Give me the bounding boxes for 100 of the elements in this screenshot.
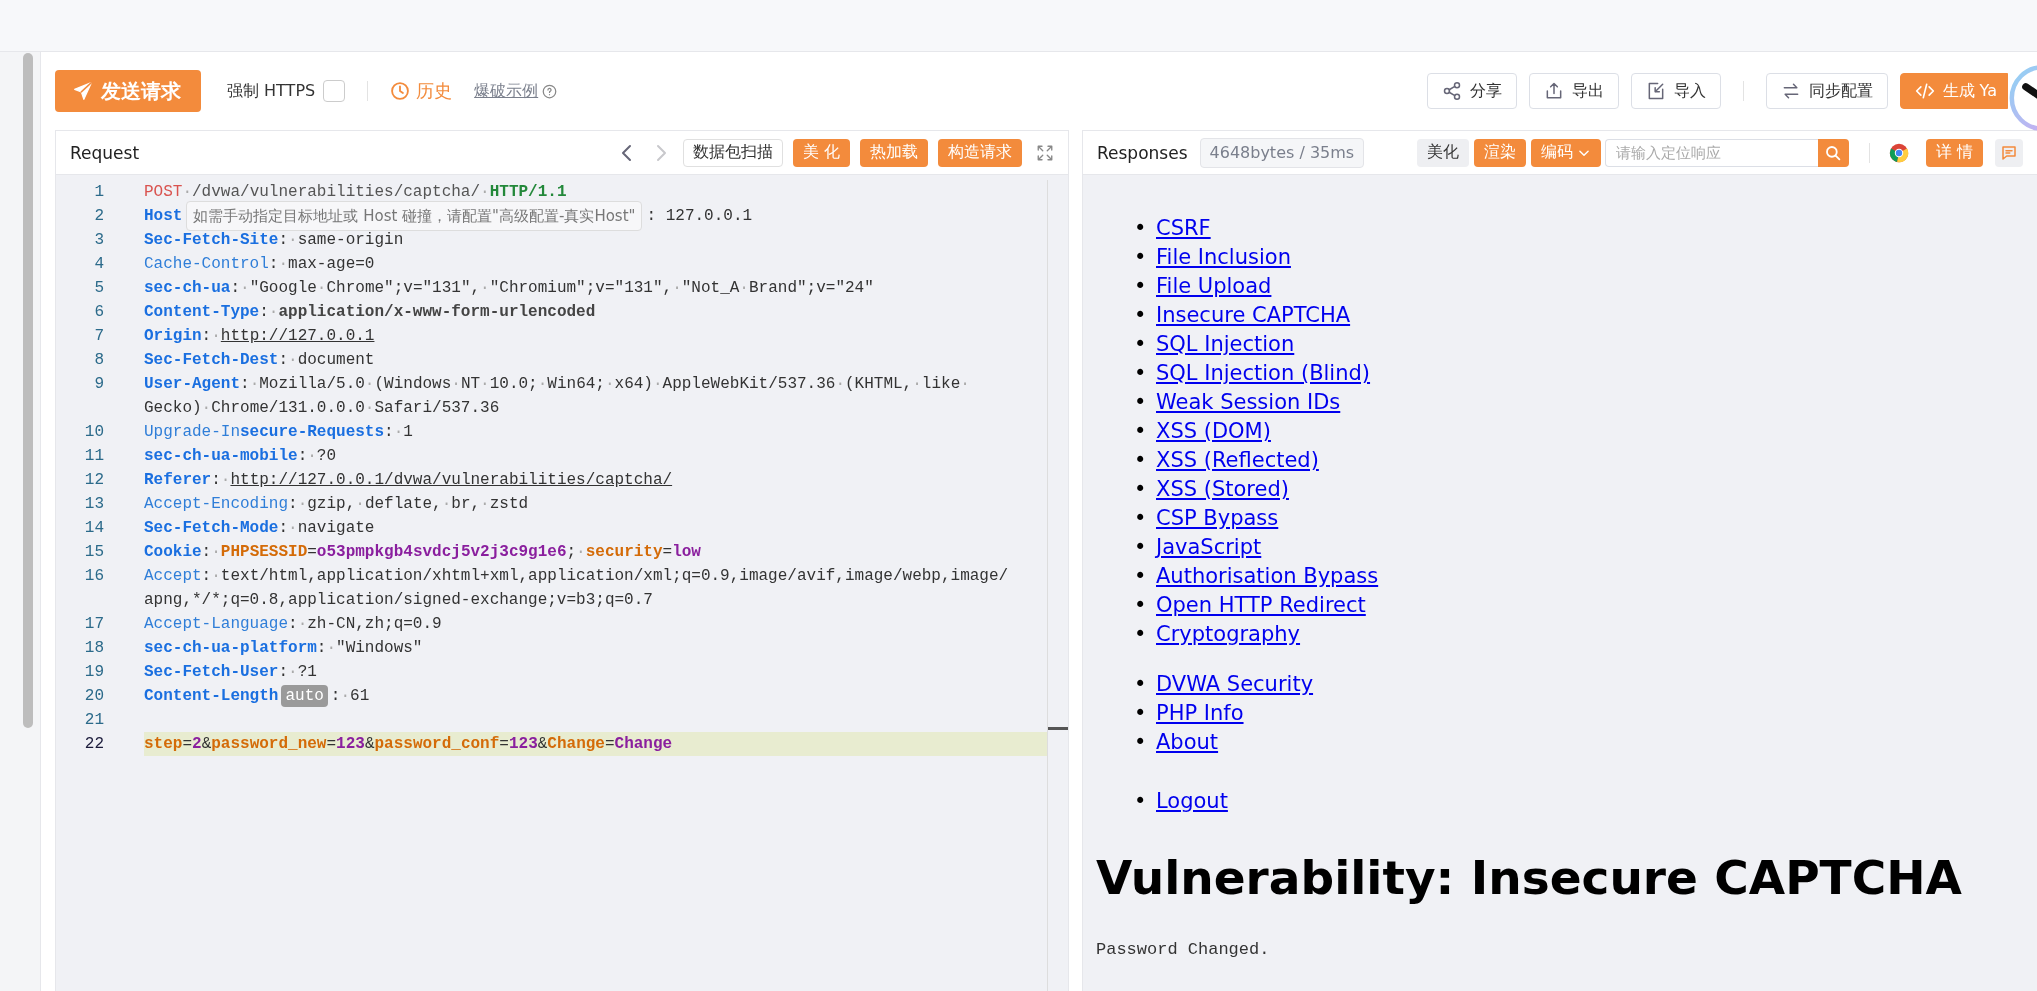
line-number: 13 [83, 494, 104, 515]
nav-link[interactable]: Open HTTP Redirect [1156, 591, 1366, 620]
nav-link[interactable]: SQL Injection [1156, 330, 1295, 359]
code-text: : 127.0.0.1 [646, 206, 753, 227]
example-link[interactable]: 爆破示例 [474, 80, 539, 102]
nav-link[interactable]: PHP Info [1156, 699, 1244, 728]
code-line: Accept-Language:·zh-CN,zh;q=0.9 [144, 614, 443, 635]
code-line: User-Agent:·Mozilla/5.0·(Windows·NT·10.0;·Win64;·x64)·AppleWebKit/537.36·(KHTML,·like· [144, 374, 971, 395]
search-button[interactable] [1817, 138, 1849, 167]
search-icon [1824, 143, 1843, 162]
line-number: 20 [83, 686, 104, 707]
line-number: 2 [93, 206, 104, 227]
code-line: apng,*/*;q=0.8,application/signed-exchange;v=b3;q=0.7 [144, 590, 654, 611]
line-number: 16 [83, 566, 104, 587]
bullet: • [1134, 302, 1148, 329]
line-number: 10 [83, 422, 104, 443]
code-text: :·61 [330, 686, 370, 707]
bullet: • [1134, 389, 1148, 416]
code-text: Host [144, 206, 183, 227]
code-line: Sec-Fetch-Site:·same-origin [144, 230, 405, 251]
nav-link[interactable]: Cryptography [1156, 620, 1301, 649]
line-number: 17 [83, 614, 104, 635]
code-line: sec-ch-ua-platform:·"Windows" [144, 638, 424, 659]
sync-button[interactable]: 同步配置 [1765, 73, 1888, 109]
line-number: 4 [93, 254, 104, 275]
line-number: 21 [83, 710, 104, 731]
nav-link[interactable]: About [1156, 728, 1219, 757]
tooltip: 如需手动指定目标地址或 Host 碰撞，请配置"高级配置-真实Host" [186, 201, 643, 231]
bullet: • [1134, 671, 1148, 698]
status-message: Password Changed. [1096, 939, 1271, 961]
bullet: • [1134, 476, 1148, 503]
code-line: POST·/dvwa/vulnerabilities/captcha/·HTTP/1.1 [144, 182, 568, 203]
clock-icon [390, 81, 411, 101]
line-number: 14 [83, 518, 104, 539]
code-line: sec-ch-ua-mobile:·?0 [144, 446, 338, 467]
bullet: • [1134, 700, 1148, 727]
nav-link[interactable]: Logout [1156, 787, 1228, 816]
checkbox[interactable] [323, 80, 346, 102]
bullet: • [1134, 273, 1148, 300]
bullet: • [1134, 331, 1148, 358]
nav-link[interactable]: Weak Session IDs [1156, 388, 1341, 417]
import-button[interactable]: 导入 [1630, 73, 1721, 109]
nav-link[interactable]: XSS (Reflected) [1156, 446, 1319, 475]
bullet: • [1134, 621, 1148, 648]
code-line: Gecko)·Chrome/131.0.0.0·Safari/537.36 [144, 398, 501, 419]
line-number: 7 [93, 326, 104, 347]
bullet: • [1134, 729, 1148, 756]
nav-link[interactable]: Authorisation Bypass [1156, 562, 1379, 591]
search-field[interactable]: 请输入定位响应 [1604, 138, 1818, 167]
code-text: step=2&password_new=123&password_conf=123&Change=Change [144, 734, 673, 755]
panel-title: Responses [1097, 142, 1188, 163]
code-line: Sec-Fetch-User:·?1 [144, 662, 318, 683]
send-icon [73, 81, 93, 101]
line-marker [1048, 727, 1068, 730]
code-line: Sec-Fetch-Mode:·navigate [144, 518, 376, 539]
page-heading: Vulnerability: Insecure CAPTCHA [1096, 849, 1963, 907]
code-line: Content-Type:·application/x-www-form-urlencoded [144, 302, 597, 323]
line-number: 3 [93, 230, 104, 251]
line-number: 22 [83, 734, 104, 755]
comment-button[interactable] [1995, 138, 2023, 167]
line-number: 9 [93, 374, 104, 395]
bullet: • [1134, 563, 1148, 590]
scan-button[interactable]: 数据包扫描 [682, 138, 783, 167]
browser-icon[interactable] [1887, 141, 1910, 164]
expand-icon[interactable] [1036, 143, 1054, 162]
line-number: 8 [93, 350, 104, 371]
bullet: • [1134, 447, 1148, 474]
nav-link[interactable]: JavaScript [1156, 533, 1262, 562]
bullet: • [1134, 360, 1148, 387]
code-line: Accept-Encoding:·gzip,·deflate,·br,·zstd [144, 494, 530, 515]
code-line: Cache-Control:·max-age=0 [144, 254, 376, 275]
line-number: 18 [83, 638, 104, 659]
share-icon [1441, 81, 1462, 101]
line-number: 11 [83, 446, 104, 467]
checkbox-label: 强制 HTTPS [227, 80, 316, 102]
nav-link[interactable]: CSP Bypass [1156, 504, 1279, 533]
nav-link[interactable]: SQL Injection (Blind) [1156, 359, 1371, 388]
bullet: • [1134, 505, 1148, 532]
bullet: • [1134, 788, 1148, 815]
code-line: Cookie:·PHPSESSID=o53pmpkgb4svdcj5v2j3c9g1e6;·security=low [144, 542, 702, 563]
line-number: 19 [83, 662, 104, 683]
scrollbar-thumb[interactable] [23, 53, 33, 728]
panel-title: Request [70, 142, 140, 163]
nav-link[interactable]: DVWA Security [1156, 670, 1314, 699]
code-line: sec-ch-ua:·"Google·Chrome";v="131",·"Chromium";v="131",·"Not_A·Brand";v="24" [144, 278, 875, 299]
nav-link[interactable]: File Inclusion [1156, 243, 1291, 272]
nav-link[interactable]: XSS (Stored) [1156, 475, 1289, 504]
export-button[interactable]: 导出 [1528, 73, 1619, 109]
nav-link[interactable]: Insecure CAPTCHA [1156, 301, 1351, 330]
line-number: 5 [93, 278, 104, 299]
bullet: • [1134, 534, 1148, 561]
line-number: 12 [83, 470, 104, 491]
nav-link[interactable]: File Upload [1156, 272, 1272, 301]
code-line: Upgrade-Insecure-Requests:·1 [144, 422, 414, 443]
view-button[interactable]: 美化 [1416, 138, 1469, 167]
code-line: Accept:·text/html,application/xhtml+xml,application/xml;q=0.9,image/avif,image/webp,image/ [144, 566, 1010, 587]
share-button[interactable]: 分享 [1426, 73, 1517, 109]
auto-tag: auto [281, 685, 328, 707]
nav-link[interactable]: XSS (DOM) [1156, 417, 1271, 446]
nav-link[interactable]: CSRF [1156, 214, 1211, 243]
